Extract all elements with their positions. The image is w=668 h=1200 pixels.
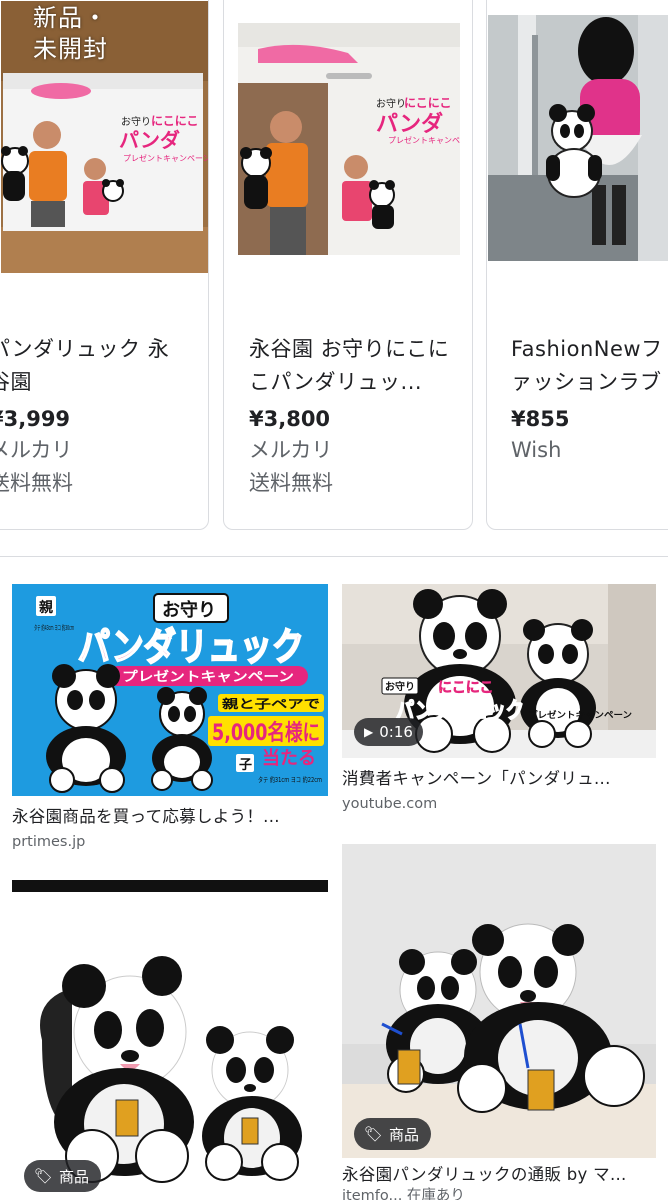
product-store: メルカリ (0, 438, 73, 462)
video-duration: 0:16 (379, 723, 413, 741)
svg-text:お守り: お守り (162, 599, 216, 621)
product-title: FashionNewファッションラブリー (511, 337, 663, 394)
result-thumbnail: お守り にこにこ パンダリュック プレゼントキャンペーン ▶ 0:16 (342, 584, 656, 758)
product-store: メルカリ (249, 438, 333, 462)
svg-text:プレゼントキャンペーン: プレゼントキャンペーン (123, 153, 209, 163)
result-thumbnail: 🏷︎ 商品 (342, 844, 656, 1158)
svg-text:プレゼントキャンペーン: プレゼントキャンペーン (388, 135, 460, 145)
svg-text:にこにこ: にこにこ (438, 680, 493, 696)
svg-text:お守り: お守り (376, 97, 406, 110)
product-price: ¥855 (511, 407, 570, 431)
svg-text:お守り: お守り (385, 680, 415, 693)
image-result[interactable]: 🏷︎ 商品 (12, 880, 328, 1200)
svg-text:親と子ペアで: 親と子ペアで (222, 696, 320, 711)
svg-text:パンダ: パンダ (376, 111, 443, 137)
svg-text:5,000名様に: 5,000名様に (212, 720, 320, 746)
svg-text:パンダリュック: パンダリュック (78, 625, 304, 669)
svg-text:当たる: 当たる (262, 747, 316, 769)
product-chip-label: 商品 (389, 1125, 420, 1144)
product-chip: 🏷︎ 商品 (354, 1118, 432, 1150)
result-thumbnail: 🏷︎ 商品 (12, 880, 328, 1200)
product-title: パンダリュック 永谷園 (0, 337, 170, 394)
product-card[interactable]: お守り にこにこ パンダ プレゼントキャンペーン (0, 0, 209, 530)
svg-text:にこにこ: にこにこ (404, 96, 452, 110)
product-price: ¥3,800 (249, 407, 331, 431)
new-unopened-badge: 新品・ 未開封 (33, 4, 108, 63)
result-source: youtube.com (342, 796, 438, 812)
result-title[interactable]: 永谷園商品を買って応募しよう！... (12, 806, 328, 828)
product-price: ¥3,999 (0, 407, 71, 431)
product-image: お守り にこにこ パンダ プレゼントキャンペーン (238, 23, 460, 255)
image-result[interactable]: お守り にこにこ パンダリュック プレゼントキャンペーン ▶ 0:16 消費者キ… (342, 584, 656, 814)
result-title[interactable]: 永谷園パンダリュックの通販 by マ... (342, 1164, 656, 1186)
svg-text:パンダ: パンダ (119, 128, 180, 152)
product-info: パンダリュック 永谷園 ¥3,999 メルカリ 送料無料 (0, 333, 202, 500)
product-chip-label: 商品 (59, 1167, 90, 1186)
result-thumbnail: 親 お守り パンダリュック プレゼントキャンペーン タテ 約43cm ヨコ 約3… (12, 584, 328, 796)
product-card[interactable]: FashionNewファッションラブリー ¥855 Wish (486, 0, 668, 530)
product-title: 永谷園 お守りにこにこパンダリュッ... (249, 337, 450, 394)
product-card[interactable]: お守り にこにこ パンダ プレゼントキャンペーン (223, 0, 473, 530)
svg-text:お守り: お守り (121, 115, 151, 128)
play-icon: ▶ (364, 725, 374, 739)
result-source: prtimes.jp (12, 834, 86, 850)
tag-icon: 🏷︎ (364, 1125, 384, 1143)
result-source: itemfo... 在庫あり (342, 1188, 465, 1200)
image-result[interactable]: 親 お守り パンダリュック プレゼントキャンペーン タテ 約43cm ヨコ 約3… (12, 584, 328, 852)
product-info: 永谷園 お守りにこにこパンダリュッ... ¥3,800 メルカリ 送料無料 (249, 333, 466, 500)
product-shipping: 送料無料 (0, 471, 73, 495)
svg-text:子: 子 (239, 758, 252, 773)
tag-icon: 🏷︎ (34, 1167, 54, 1185)
product-info: FashionNewファッションラブリー ¥855 Wish (511, 333, 668, 467)
product-chip: 🏷︎ 商品 (24, 1160, 102, 1192)
image-result[interactable]: 🏷︎ 商品 永谷園パンダリュックの通販 by マ... itemfo... 在庫… (342, 844, 656, 1200)
product-image (488, 15, 668, 261)
section-divider (0, 556, 668, 557)
svg-text:タテ 約43cm ヨコ 約30cm: タテ 約43cm ヨコ 約30cm (34, 623, 74, 632)
video-duration-badge: ▶ 0:16 (354, 718, 423, 746)
result-title[interactable]: 消費者キャンペーン「パンダリュ... (342, 768, 656, 790)
shopping-carousel: お守り にこにこ パンダ プレゼントキャンペーン 新品・ 未開封 パンダリュック… (0, 0, 668, 530)
product-store: Wish (511, 438, 562, 462)
svg-text:にこにこ: にこにこ (151, 114, 199, 128)
svg-text:プレゼントキャンペーン: プレゼントキャンペーン (528, 709, 632, 721)
svg-text:タテ 約31cm ヨコ 約22cm: タテ 約31cm ヨコ 約22cm (258, 775, 322, 784)
svg-text:プレゼントキャンペーン: プレゼントキャンペーン (122, 669, 294, 685)
product-shipping: 送料無料 (249, 471, 333, 495)
parent-tag: 親 (39, 599, 53, 616)
